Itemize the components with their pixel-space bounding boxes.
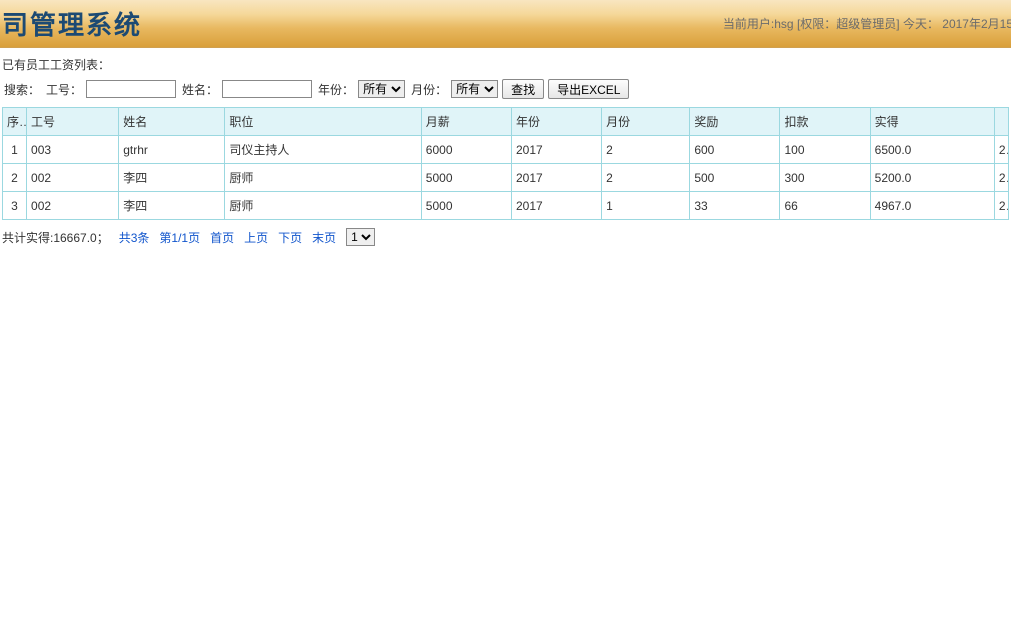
col-deduct: 扣款 bbox=[780, 108, 870, 136]
col-seq: 序号 bbox=[3, 108, 27, 136]
cell-salary: 5000 bbox=[421, 164, 511, 192]
section-title: 已有员工工资列表： bbox=[2, 56, 1009, 73]
pager: 共计实得:16667.0； 共3条 第1/1页 首页 上页 下页 末页 1 bbox=[2, 228, 1009, 246]
cell-empno: 003 bbox=[27, 136, 119, 164]
cell-name: 李四 bbox=[119, 192, 225, 220]
table-header-row: 序号 工号 姓名 职位 月薪 年份 月份 奖励 扣款 实得 bbox=[3, 108, 1009, 136]
cell-seq: 1 bbox=[3, 136, 27, 164]
cell-deduct: 66 bbox=[780, 192, 870, 220]
year-select[interactable]: 所有 bbox=[358, 80, 405, 98]
col-bonus: 奖励 bbox=[690, 108, 780, 136]
cell-bonus: 33 bbox=[690, 192, 780, 220]
cell-role: 厨师 bbox=[225, 164, 421, 192]
cell-salary: 5000 bbox=[421, 192, 511, 220]
col-name: 姓名 bbox=[119, 108, 225, 136]
cell-role: 司仪主持人 bbox=[225, 136, 421, 164]
export-excel-button[interactable]: 导出EXCEL bbox=[548, 79, 629, 99]
cell-net: 6500.0 bbox=[870, 136, 994, 164]
cell-net: 5200.0 bbox=[870, 164, 994, 192]
app-header: 司管理系统 当前用户:hsg [权限：超级管理员] 今天： 2017年2月15 bbox=[0, 0, 1011, 48]
cell-month: 2 bbox=[602, 136, 690, 164]
pager-page-select[interactable]: 1 bbox=[346, 228, 375, 246]
pager-next[interactable]: 下页 bbox=[278, 229, 302, 246]
cell-seq: 3 bbox=[3, 192, 27, 220]
search-bar: 搜索： 工号： 姓名： 年份： 所有 月份： 所有 查找 导出EXCEL bbox=[2, 79, 1009, 99]
col-net: 实得 bbox=[870, 108, 994, 136]
name-input[interactable] bbox=[222, 80, 312, 98]
cell-empno: 002 bbox=[27, 164, 119, 192]
name-label: 姓名： bbox=[182, 81, 218, 98]
current-user-info: 当前用户:hsg [权限：超级管理员] 今天： 2017年2月15 bbox=[723, 15, 1011, 32]
col-year: 年份 bbox=[511, 108, 601, 136]
cell-bonus: 500 bbox=[690, 164, 780, 192]
cell-role: 厨师 bbox=[225, 192, 421, 220]
pager-first[interactable]: 首页 bbox=[210, 229, 234, 246]
pager-page-of[interactable]: 第1/1页 bbox=[159, 229, 200, 246]
cell-seq: 2 bbox=[3, 164, 27, 192]
app-title: 司管理系统 bbox=[0, 5, 142, 42]
pager-prev[interactable]: 上页 bbox=[244, 229, 268, 246]
empno-input[interactable] bbox=[86, 80, 176, 98]
cell-tail: 20 bbox=[994, 164, 1008, 192]
table-row: 2002李四厨师5000201725003005200.020 bbox=[3, 164, 1009, 192]
month-label: 月份： bbox=[411, 81, 447, 98]
col-empno: 工号 bbox=[27, 108, 119, 136]
cell-deduct: 300 bbox=[780, 164, 870, 192]
cell-deduct: 100 bbox=[780, 136, 870, 164]
cell-net: 4967.0 bbox=[870, 192, 994, 220]
cell-empno: 002 bbox=[27, 192, 119, 220]
cell-tail: 20 bbox=[994, 192, 1008, 220]
col-month: 月份 bbox=[602, 108, 690, 136]
cell-salary: 6000 bbox=[421, 136, 511, 164]
find-button[interactable]: 查找 bbox=[502, 79, 544, 99]
table-row: 1003gtrhr司仪主持人6000201726001006500.020 bbox=[3, 136, 1009, 164]
table-row: 3002李四厨师50002017133664967.020 bbox=[3, 192, 1009, 220]
empno-label: 工号： bbox=[46, 81, 82, 98]
col-salary: 月薪 bbox=[421, 108, 511, 136]
pager-last[interactable]: 末页 bbox=[312, 229, 336, 246]
pager-total[interactable]: 共3条 bbox=[119, 229, 150, 246]
cell-year: 2017 bbox=[511, 136, 601, 164]
salary-table: 序号 工号 姓名 职位 月薪 年份 月份 奖励 扣款 实得 1003gtrhr司… bbox=[2, 107, 1009, 220]
cell-year: 2017 bbox=[511, 192, 601, 220]
col-tail bbox=[994, 108, 1008, 136]
month-select[interactable]: 所有 bbox=[451, 80, 498, 98]
search-label: 搜索： bbox=[4, 81, 40, 98]
cell-month: 2 bbox=[602, 164, 690, 192]
col-role: 职位 bbox=[225, 108, 421, 136]
cell-month: 1 bbox=[602, 192, 690, 220]
cell-name: gtrhr bbox=[119, 136, 225, 164]
cell-tail: 20 bbox=[994, 136, 1008, 164]
pager-summary: 共计实得:16667.0； bbox=[2, 229, 109, 246]
cell-bonus: 600 bbox=[690, 136, 780, 164]
cell-name: 李四 bbox=[119, 164, 225, 192]
cell-year: 2017 bbox=[511, 164, 601, 192]
year-label: 年份： bbox=[318, 81, 354, 98]
